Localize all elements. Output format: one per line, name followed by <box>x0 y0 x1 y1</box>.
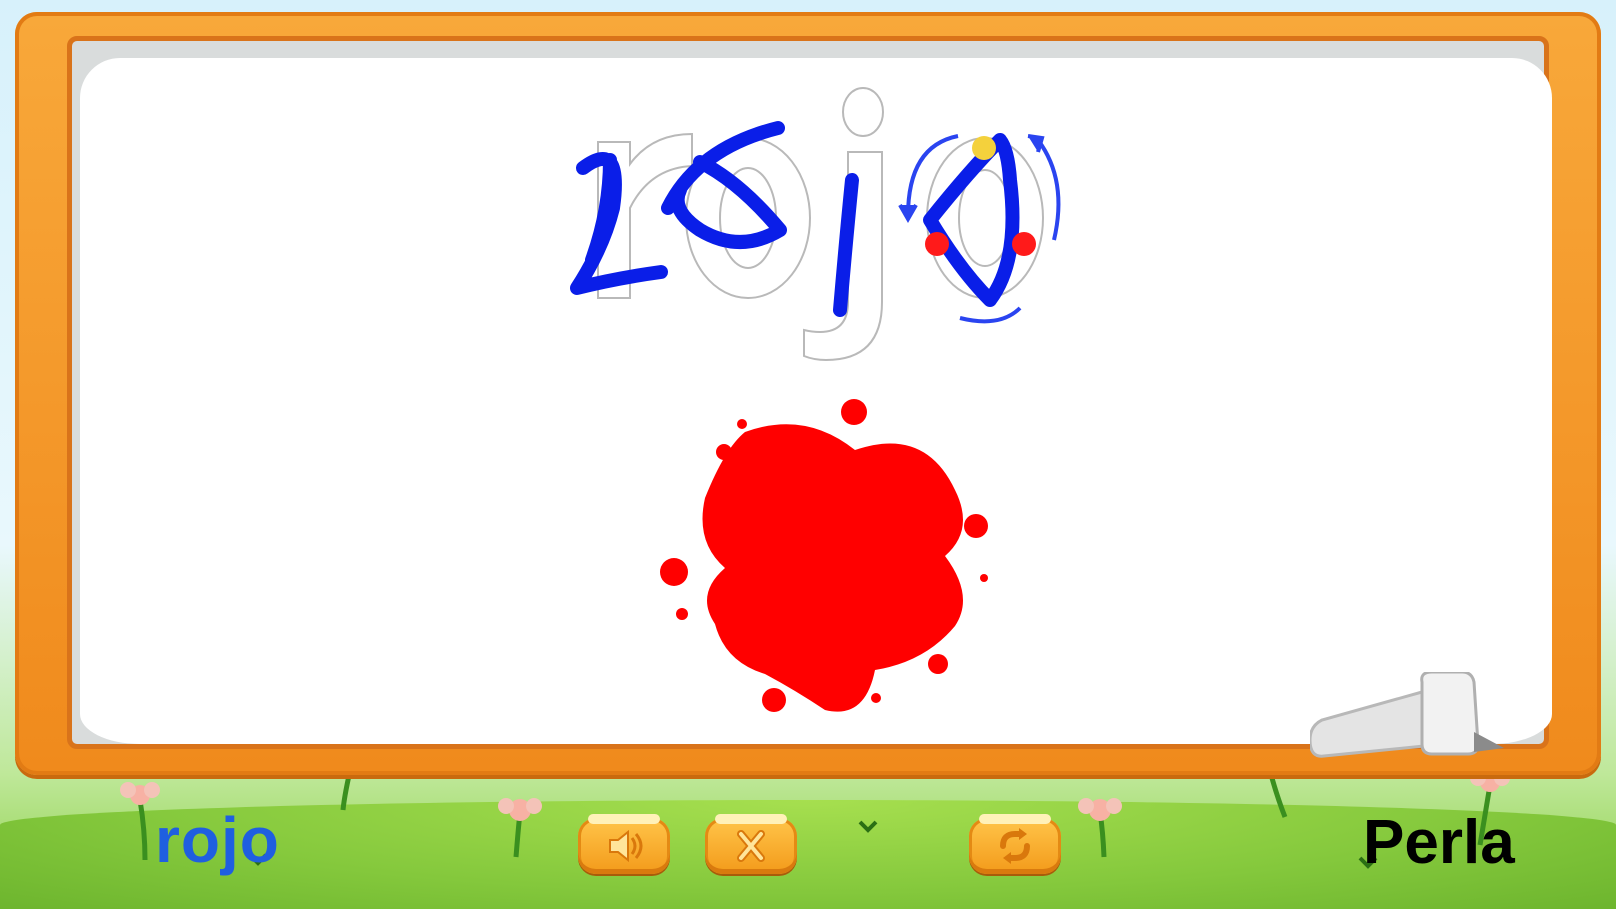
player-name: Perla <box>1363 808 1515 877</box>
tracing-canvas[interactable] <box>0 0 1616 909</box>
button-drip-decoration <box>979 814 1051 824</box>
clear-button[interactable] <box>705 814 797 874</box>
stroke-o-1 <box>661 121 787 249</box>
sound-button[interactable] <box>578 814 670 874</box>
close-icon <box>737 830 765 862</box>
button-drip-decoration <box>588 814 660 824</box>
refresh-icon <box>1000 828 1030 864</box>
chalk-eraser[interactable] <box>1310 672 1510 762</box>
stroke-start-dot <box>972 136 996 160</box>
stroke-j <box>833 173 859 317</box>
guide-letter-j-dot <box>842 87 884 137</box>
speaker-icon <box>609 829 643 863</box>
stroke-r <box>570 152 668 295</box>
user-strokes <box>570 121 1020 317</box>
next-button[interactable] <box>969 814 1061 874</box>
word-label: rojo <box>155 804 280 876</box>
stroke-checkpoint-dot <box>925 232 949 256</box>
button-drip-decoration <box>715 814 787 824</box>
red-paint-splash <box>660 399 988 712</box>
stroke-checkpoint-dot <box>1012 232 1036 256</box>
